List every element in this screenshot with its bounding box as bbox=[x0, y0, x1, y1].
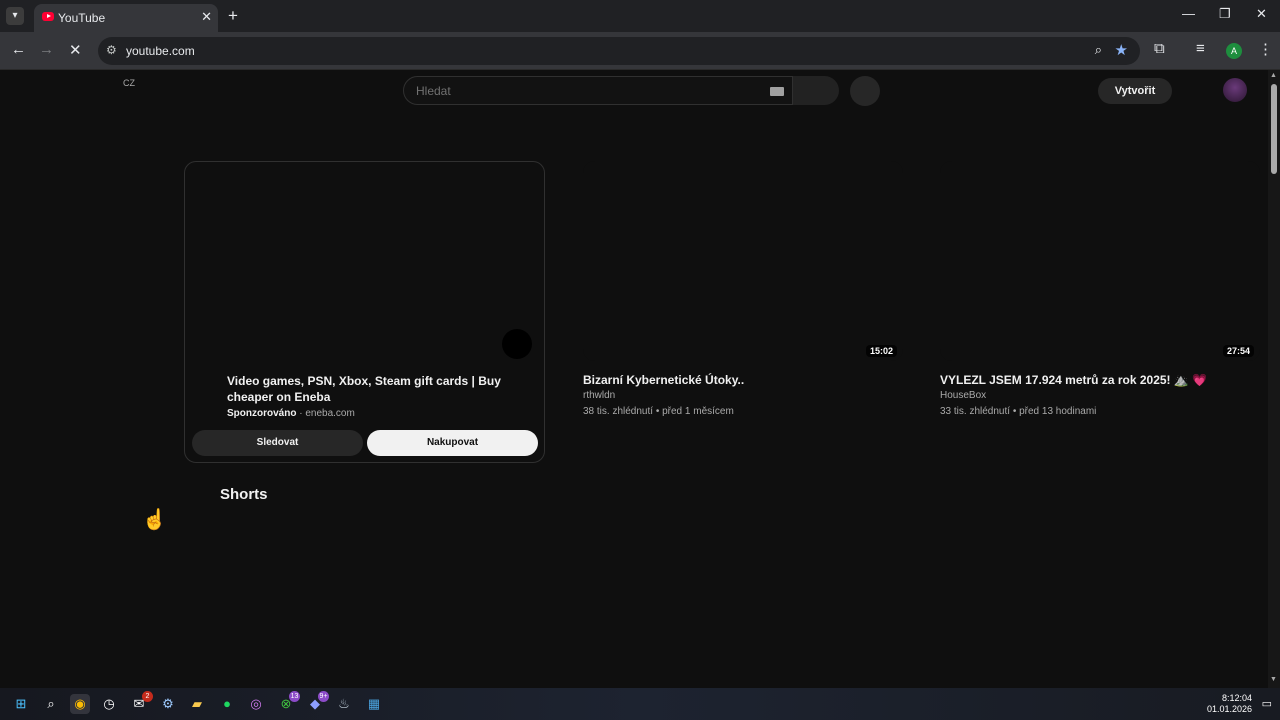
hand-cursor-icon: ☝ bbox=[142, 509, 167, 531]
video-stats: 33 tis. zhlédnutí • před 13 hodinami bbox=[940, 406, 1097, 417]
youtube-favicon-icon bbox=[42, 12, 54, 21]
ad-domain: eneba.com bbox=[305, 408, 355, 419]
voice-search-button[interactable] bbox=[850, 76, 880, 106]
discord-icon[interactable]: ◆ 9+ bbox=[305, 691, 329, 714]
spotify-icon[interactable]: ● bbox=[217, 694, 237, 714]
tab-search-icon[interactable]: ▾ bbox=[6, 7, 24, 25]
sponsored-ad-card[interactable]: Video games, PSN, Xbox, Steam gift cards… bbox=[184, 161, 545, 463]
keyboard-icon[interactable] bbox=[770, 87, 784, 96]
notifications-app-icon[interactable]: ✉ 2 bbox=[129, 691, 153, 714]
video-thumbnail[interactable] bbox=[583, 161, 903, 361]
search-button[interactable] bbox=[793, 76, 839, 105]
create-button[interactable]: Vytvořit bbox=[1098, 78, 1172, 104]
profile-avatar[interactable]: A bbox=[1226, 43, 1242, 59]
system-clock[interactable]: 8:12:04 01.01.2026 bbox=[1207, 693, 1252, 715]
scrollbar-thumb[interactable] bbox=[1271, 84, 1277, 174]
url-text[interactable]: youtube.com bbox=[126, 44, 195, 58]
ad-separator: · bbox=[296, 408, 306, 419]
timer-icon[interactable]: ◷ bbox=[99, 694, 119, 714]
file-explorer-icon[interactable]: ▰ bbox=[187, 694, 207, 714]
extensions-icon[interactable]: ⧉ bbox=[1154, 40, 1165, 57]
notification-center-icon[interactable]: ▭ bbox=[1262, 697, 1272, 710]
xbox-icon[interactable]: ⊗ 13 bbox=[276, 691, 300, 714]
video-stats: 38 tis. zhlédnutí • před 1 měsícem bbox=[583, 406, 734, 417]
page-scrollbar[interactable]: ▲ ▼ bbox=[1268, 70, 1280, 688]
photos-icon[interactable]: ▦ bbox=[364, 694, 384, 714]
xbox-badge: 13 bbox=[289, 691, 300, 702]
instagram-icon[interactable]: ◎ bbox=[246, 694, 266, 714]
browser-tab-bar: ▾ YouTube ✕ + — ❐ ✕ bbox=[0, 0, 1280, 32]
ad-logo bbox=[502, 329, 532, 359]
search-input[interactable]: Hledat bbox=[403, 76, 793, 105]
avatar[interactable] bbox=[1223, 78, 1247, 102]
video-card[interactable]: 15:02 Bizarní Kybernetické Útoky.. rthwl… bbox=[583, 161, 903, 441]
new-tab-button[interactable]: + bbox=[228, 6, 238, 26]
video-channel[interactable]: rthwldn bbox=[583, 390, 615, 401]
tab-title: YouTube bbox=[58, 11, 106, 25]
follow-button[interactable]: Sledovat bbox=[192, 430, 363, 456]
maximize-button[interactable]: ❐ bbox=[1219, 6, 1231, 22]
sponsored-label: Sponzorováno bbox=[227, 408, 297, 419]
forward-icon[interactable]: → bbox=[39, 41, 54, 58]
back-icon[interactable]: ← bbox=[11, 41, 26, 58]
minimize-button[interactable]: — bbox=[1182, 6, 1195, 21]
clock-date: 01.01.2026 bbox=[1206, 704, 1252, 714]
chrome-icon[interactable]: ◉ bbox=[70, 694, 90, 714]
close-window-button[interactable]: ✕ bbox=[1256, 6, 1267, 22]
youtube-page: CZ Hledat Vytvořit Video games, PSN, Xbo… bbox=[0, 70, 1268, 688]
scroll-up-icon[interactable]: ▲ bbox=[1270, 72, 1277, 79]
tab-youtube[interactable]: YouTube ✕ bbox=[34, 4, 218, 32]
video-title[interactable]: VYLEZL JSEM 17.924 metrů za rok 2025! ⛰️… bbox=[940, 373, 1207, 387]
browser-toolbar: ← → ✕ ⚙ youtube.com ⌕ ★ ⧉ ≡ A ⋮ bbox=[0, 32, 1280, 70]
address-bar[interactable]: ⚙ youtube.com ⌕ ★ bbox=[98, 37, 1140, 65]
ad-meta: Sponzorováno · eneba.com bbox=[227, 408, 355, 419]
bookmark-star-icon[interactable]: ★ bbox=[1115, 41, 1128, 59]
search-placeholder: Hledat bbox=[416, 84, 451, 98]
windows-start-icon[interactable]: ⊞ bbox=[11, 694, 31, 714]
stop-loading-icon[interactable]: ✕ bbox=[69, 41, 82, 59]
zoom-icon[interactable]: ⌕ bbox=[1095, 42, 1102, 58]
video-title[interactable]: Bizarní Kybernetické Útoky.. bbox=[583, 373, 744, 387]
video-thumbnail[interactable] bbox=[940, 161, 1260, 361]
settings-icon[interactable]: ⚙ bbox=[158, 694, 178, 714]
video-card[interactable]: 27:54 VYLEZL JSEM 17.924 metrů za rok 20… bbox=[940, 161, 1260, 441]
site-info-icon[interactable]: ⚙ bbox=[106, 43, 117, 57]
country-code: CZ bbox=[123, 78, 135, 88]
clock-time: 8:12:04 bbox=[1221, 693, 1252, 703]
windows-taskbar: ⊞ ⌕ ◉ ◷ ✉ 2 ⚙ ▰ ● ◎ ⊗ 13 ◆ 9+ ♨ ▦ 8:12:04 0… bbox=[0, 688, 1280, 720]
video-duration: 27:54 bbox=[1222, 345, 1254, 357]
ad-title[interactable]: Video games, PSN, Xbox, Steam gift cards… bbox=[227, 373, 527, 405]
shorts-heading: Shorts bbox=[220, 486, 268, 503]
notifications-badge: 2 bbox=[142, 691, 153, 702]
menu-icon[interactable]: ⋮ bbox=[1258, 40, 1273, 58]
shop-button[interactable]: Nakupovat bbox=[367, 430, 538, 456]
search-icon[interactable]: ⌕ bbox=[41, 694, 61, 714]
discord-badge: 9+ bbox=[318, 691, 329, 702]
media-controls-icon[interactable]: ≡ bbox=[1196, 40, 1205, 57]
tab-close-icon[interactable]: ✕ bbox=[201, 9, 212, 25]
scroll-down-icon[interactable]: ▼ bbox=[1270, 676, 1277, 683]
steam-icon[interactable]: ♨ bbox=[334, 694, 354, 714]
video-duration: 15:02 bbox=[865, 345, 897, 357]
video-channel[interactable]: HouseBox bbox=[940, 390, 986, 401]
